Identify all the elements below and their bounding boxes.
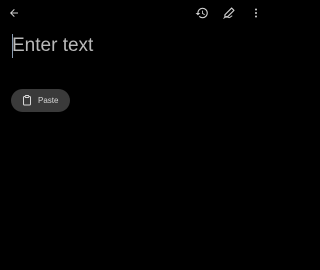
history-button[interactable] — [192, 3, 212, 23]
arrow-back-icon — [8, 7, 20, 19]
pen-scribble-icon — [222, 6, 236, 20]
text-input-area — [10, 32, 262, 60]
clipboard-icon — [22, 95, 32, 106]
text-input[interactable] — [10, 32, 262, 60]
text-cursor — [12, 34, 13, 58]
top-toolbar — [0, 0, 270, 26]
history-icon — [195, 6, 209, 20]
paste-label: Paste — [38, 96, 59, 105]
paste-button[interactable]: Paste — [11, 89, 70, 112]
more-options-button[interactable] — [246, 3, 266, 23]
more-vertical-icon — [250, 7, 262, 19]
back-button[interactable] — [4, 3, 24, 23]
translate-input-screen: Paste — [0, 0, 270, 270]
handwriting-button[interactable] — [219, 3, 239, 23]
